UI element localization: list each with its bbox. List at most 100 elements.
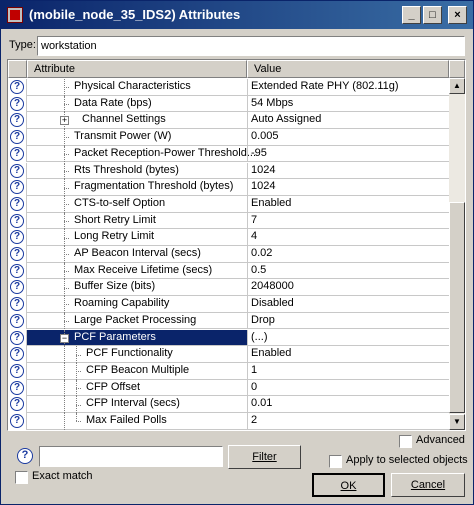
attribute-cell[interactable]: AP Beacon Interval (secs) (27, 246, 247, 263)
attribute-cell[interactable]: Roaming Capability (27, 296, 247, 313)
attribute-row[interactable]: ? Data Rate (bps) 54 Mbps (8, 95, 449, 113)
attribute-row[interactable]: ? Roaming Capability Disabled (8, 296, 449, 313)
attribute-row[interactable]: ? Long Retry Limit 4 (8, 229, 449, 246)
help-icon[interactable]: ? (10, 363, 24, 378)
value-column-header[interactable]: Value (247, 60, 449, 78)
attribute-row[interactable]: ? CTS-to-self Option Enabled (8, 195, 449, 213)
attribute-value[interactable]: 1 (247, 362, 449, 380)
attribute-cell[interactable]: Fragmentation Threshold (bytes) (27, 179, 247, 196)
attribute-row[interactable]: ? Max Failed Polls 2 (8, 413, 449, 430)
attribute-column-header[interactable]: Attribute (27, 60, 247, 78)
attribute-row[interactable]: ? CFP Interval (secs) 0.01 (8, 396, 449, 413)
attribute-value[interactable]: Enabled (247, 346, 449, 363)
scroll-down-button[interactable]: ▼ (449, 414, 465, 430)
attribute-row[interactable]: ? CFP Beacon Multiple 1 (8, 362, 449, 380)
attribute-row[interactable]: ? Max Receive Lifetime (secs) 0.5 (8, 262, 449, 280)
filter-button[interactable]: Filter (228, 445, 301, 469)
help-icon[interactable]: ? (10, 130, 24, 145)
attribute-row[interactable]: ? Packet Reception-Power Threshold... -95 (8, 145, 449, 163)
attribute-value[interactable]: Disabled (247, 296, 449, 313)
attribute-value[interactable]: Auto Assigned (247, 112, 449, 130)
attribute-row[interactable]: ? Rts Threshold (bytes) 1024 (8, 162, 449, 180)
attribute-cell[interactable]: Physical Characteristics (27, 79, 247, 96)
attribute-cell[interactable]: Transmit Power (W) (27, 129, 247, 146)
help-icon[interactable]: ? (17, 448, 33, 464)
attribute-value[interactable]: 0.5 (247, 262, 449, 280)
attribute-value[interactable]: 4 (247, 229, 449, 246)
attribute-row[interactable]: ? Transmit Power (W) 0.005 (8, 129, 449, 146)
attribute-value[interactable]: 1024 (247, 162, 449, 180)
minimize-button[interactable]: _ (402, 6, 421, 24)
attribute-row[interactable]: ? PCF Functionality Enabled (8, 346, 449, 363)
help-icon[interactable]: ? (10, 330, 24, 345)
attribute-value[interactable]: 0.02 (247, 246, 449, 263)
attribute-value[interactable]: 1024 (247, 179, 449, 196)
exact-match-checkbox[interactable] (15, 471, 28, 484)
ok-button[interactable]: OK (312, 473, 385, 497)
attribute-cell[interactable]: Buffer Size (bits) (27, 279, 247, 297)
title-bar[interactable]: (mobile_node_35_IDS2) Attributes _ □ × (1, 1, 473, 29)
apply-selected-checkbox[interactable] (329, 455, 342, 468)
help-icon[interactable]: ? (10, 196, 24, 211)
attribute-row[interactable]: ? AP Beacon Interval (secs) 0.02 (8, 246, 449, 263)
attribute-cell[interactable]: Max Receive Lifetime (secs) (27, 262, 247, 280)
attribute-value[interactable]: Extended Rate PHY (802.11g) (247, 79, 449, 96)
vertical-scrollbar[interactable]: ▲ ▼ (449, 78, 465, 430)
type-field[interactable]: workstation (37, 36, 465, 56)
attribute-cell[interactable]: Packet Reception-Power Threshold... (27, 145, 256, 163)
attribute-row[interactable]: ? + Channel Settings Auto Assigned (8, 112, 449, 130)
attribute-cell[interactable]: Large Packet Processing (27, 312, 247, 330)
help-icon[interactable]: ? (10, 347, 24, 362)
attribute-cell[interactable]: Short Retry Limit (27, 212, 247, 230)
help-icon[interactable]: ? (10, 280, 24, 295)
attribute-cell[interactable]: − PCF Parameters (27, 329, 247, 347)
attribute-cell[interactable]: PCF Functionality (27, 346, 247, 363)
cancel-button[interactable]: Cancel (391, 473, 465, 497)
attribute-value[interactable]: 2048000 (247, 279, 449, 297)
help-icon[interactable]: ? (10, 146, 24, 161)
attribute-row[interactable]: ? − PCF Parameters (...) (8, 329, 449, 347)
help-icon[interactable]: ? (10, 80, 24, 94)
expand-icon[interactable]: + (60, 116, 69, 126)
help-icon[interactable]: ? (10, 414, 24, 428)
attribute-row[interactable]: ? CFP Offset 0 (8, 379, 449, 397)
attribute-value[interactable]: 2 (247, 413, 449, 430)
attribute-row[interactable]: ? Buffer Size (bits) 2048000 (8, 279, 449, 297)
help-icon[interactable]: ? (10, 180, 24, 195)
attribute-value[interactable]: 7 (247, 212, 449, 230)
attribute-value[interactable]: 0 (247, 379, 449, 397)
filter-input[interactable] (39, 446, 223, 467)
attribute-row[interactable]: ? Fragmentation Threshold (bytes) 1024 (8, 179, 449, 196)
attribute-value[interactable]: -95 (247, 145, 449, 163)
help-icon[interactable]: ? (10, 297, 24, 312)
attribute-cell[interactable]: Data Rate (bps) (27, 95, 247, 113)
attribute-value[interactable]: Enabled (247, 195, 449, 213)
attribute-value[interactable]: Drop (247, 312, 449, 330)
advanced-checkbox[interactable] (399, 435, 412, 448)
attribute-row[interactable]: ? Short Retry Limit 7 (8, 212, 449, 230)
collapse-icon[interactable]: − (60, 333, 69, 343)
help-icon[interactable]: ? (10, 96, 24, 111)
attribute-cell[interactable]: + Channel Settings (27, 112, 247, 130)
help-icon[interactable]: ? (10, 163, 24, 178)
attribute-cell[interactable]: CFP Interval (secs) (27, 396, 247, 413)
attribute-cell[interactable]: Rts Threshold (bytes) (27, 162, 247, 180)
attribute-row[interactable]: ? Physical Characteristics Extended Rate P… (8, 79, 449, 96)
attribute-value[interactable]: 54 Mbps (247, 95, 449, 113)
attribute-cell[interactable]: CFP Offset (27, 379, 247, 397)
maximize-button[interactable]: □ (423, 6, 442, 24)
help-icon[interactable]: ? (10, 313, 24, 328)
attribute-cell[interactable]: CTS-to-self Option (27, 195, 247, 213)
attribute-cell[interactable]: CFP Beacon Multiple (27, 362, 247, 380)
help-icon[interactable]: ? (10, 213, 24, 228)
help-icon[interactable]: ? (10, 247, 24, 261)
attribute-row[interactable]: ? Large Packet Processing Drop (8, 312, 449, 330)
help-icon[interactable]: ? (10, 113, 24, 128)
help-icon[interactable]: ? (10, 263, 24, 278)
help-icon[interactable]: ? (10, 380, 24, 395)
attribute-value[interactable]: (...) (247, 329, 449, 347)
attribute-value[interactable]: 0.005 (247, 129, 449, 146)
help-icon[interactable]: ? (10, 230, 24, 245)
attribute-value[interactable]: 0.01 (247, 396, 449, 413)
scroll-thumb[interactable] (449, 202, 465, 413)
